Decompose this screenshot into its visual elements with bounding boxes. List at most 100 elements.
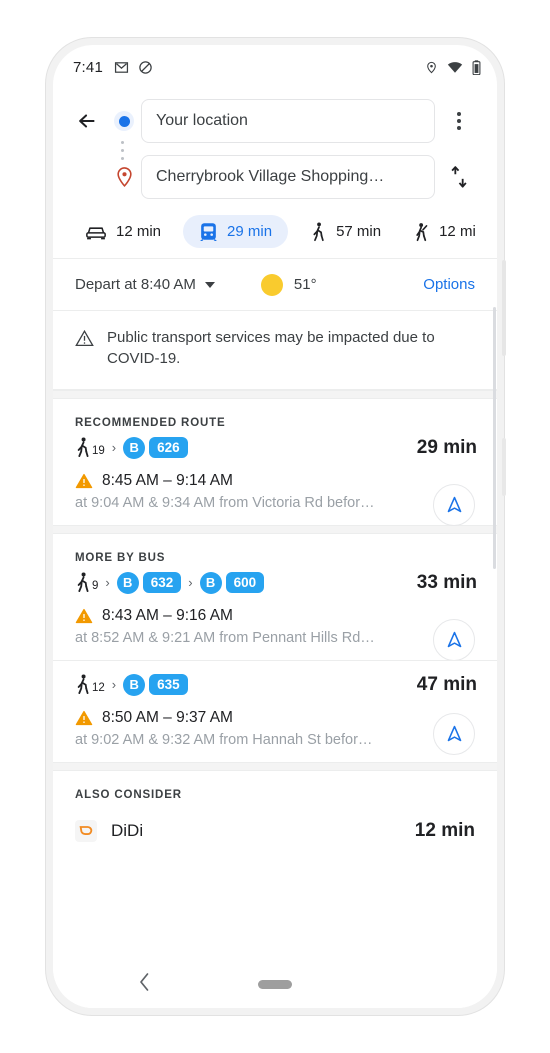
bus-route-number: 635 [149,674,188,696]
travel-mode-driving[interactable]: 12 min [75,216,171,248]
origin-marker-wrap [107,111,141,131]
bus-route-number: 600 [225,572,265,594]
route-time-row: 8:50 AM – 9:37 AM [75,709,399,727]
recommended-route-section: RECOMMENDED ROUTE 19 › B 626 29 min 8:45… [53,399,497,526]
bus-leg: B 626 [123,436,188,459]
wifi-icon [447,61,463,73]
destination-input[interactable]: Cherrybrook Village Shopping… [141,155,435,199]
route-summary: 19 › B 626 29 min [75,436,477,459]
also-consider-section: ALSO CONSIDER DiDi 12 min [53,771,497,850]
start-navigation-button[interactable] [433,618,475,661]
rideshare-provider-duration: 12 min [414,819,475,841]
android-navigation-bar [53,960,497,1008]
car-icon [86,226,106,239]
depart-time-selector[interactable]: Depart at 8:40 AM [75,276,215,293]
blue-dot-icon [114,111,134,131]
bus-route-number: 626 [149,437,188,459]
route-time-range: 8:45 AM – 9:14 AM [102,471,233,489]
swap-endpoints-button[interactable] [435,165,483,189]
walk-leg: 12 [75,674,105,695]
route-duration: 29 min [416,436,477,458]
travel-mode-transit[interactable]: 29 min [183,215,289,248]
walk-icon [313,221,324,241]
walk-leg: 19 [75,437,105,458]
depart-time-label: Depart at 8:40 AM [75,276,196,293]
travel-mode-rideshare-label: 12 mi [439,223,476,240]
navigation-arrow-icon [447,725,461,742]
navigation-arrow-icon [447,631,461,648]
route-legs: 19 › B 626 [75,436,407,459]
route-summary: 12 › B 635 47 min [75,673,477,696]
alert-triangle-icon [75,473,93,488]
route-time-row: 8:45 AM – 9:14 AM [75,472,399,490]
route-row[interactable]: 12 › B 635 47 min 8:50 AM – 9:37 AM at 9… [53,659,497,762]
destination-row: Cherrybrook Village Shopping… [53,149,497,205]
travel-mode-rideshare[interactable]: 12 mi [403,215,486,249]
spacer-left [67,157,107,197]
section-divider [53,524,497,534]
status-bar: 7:41 [53,45,497,89]
leg-separator-icon: › [111,440,117,456]
route-next-departures: at 9:02 AM & 9:32 AM from Hannah St befo… [75,731,373,748]
back-button[interactable] [67,101,107,141]
origin-input[interactable]: Your location [141,99,435,143]
directions-endpoints-card: Your location Cherrybrook Village Shoppi… [53,89,497,205]
destination-pin-icon [116,167,132,188]
gmail-icon [114,61,129,73]
status-bar-clock: 7:41 [73,58,103,76]
rideshare-provider-name: DiDi [111,820,144,840]
status-bar-notification-icons [114,60,153,75]
didi-glyph [79,825,93,835]
volume-button[interactable] [502,260,506,356]
nav-back-button[interactable] [138,972,151,997]
walk-duration: 19 [92,445,105,458]
section-heading-more-by-bus: MORE BY BUS [75,551,166,564]
route-details: 8:45 AM – 9:14 AM at 9:04 AM & 9:34 AM f… [75,472,477,511]
section-divider [53,761,497,771]
travel-mode-walking[interactable]: 57 min [300,215,391,249]
leg-separator-icon: › [105,575,110,591]
overflow-menu-button[interactable] [435,112,483,130]
home-pill-indicator[interactable] [258,979,292,989]
rideshare-icon [416,222,428,241]
route-duration: 33 min [416,571,477,593]
alert-triangle-icon [75,608,93,623]
route-next-departures: at 9:04 AM & 9:34 AM from Victoria Rd be… [75,494,375,511]
alert-triangle-icon [75,710,93,725]
route-row[interactable]: 19 › B 626 29 min 8:45 AM – 9:14 AM at 9… [53,432,497,526]
route-duration: 47 min [416,673,477,695]
navigation-arrow-icon [447,496,461,513]
options-button[interactable]: Options [423,276,475,293]
temperature-label: 51° [293,276,317,293]
rideshare-provider-row[interactable]: DiDi 12 min [53,804,497,850]
destination-marker-wrap [107,166,141,188]
battery-icon [472,59,481,75]
route-legs: 12 › B 635 [75,673,407,696]
nav-back-icon [140,972,149,991]
travel-mode-walking-label: 57 min [336,223,382,240]
start-navigation-button[interactable] [433,483,475,526]
bus-badge-icon: B [123,673,146,696]
do-not-disturb-icon [139,60,152,74]
back-arrow-icon [79,114,95,128]
location-pin-icon [427,61,436,73]
route-row[interactable]: 9 › B 632 › B 600 33 min 8:43 AM – 9:16 … [53,567,497,661]
leg-separator-icon: › [111,677,117,693]
start-navigation-button[interactable] [433,712,475,755]
leg-separator-icon: › [188,575,193,591]
travel-mode-tabs: 12 min 29 min 57 min 12 mi [53,205,497,259]
route-legs: 9 › B 632 › B 600 [75,571,407,594]
power-button[interactable] [502,438,506,496]
bus-badge-icon: B [199,571,222,594]
bus-badge-icon: B [123,436,146,459]
route-details: 8:50 AM – 9:37 AM at 9:02 AM & 9:32 AM f… [75,709,477,748]
chevron-down-icon [204,281,215,288]
route-details: 8:43 AM – 9:16 AM at 8:52 AM & 9:21 AM f… [75,607,477,646]
vertical-scrollbar[interactable] [493,307,496,569]
weather-widget: 51° [260,273,317,296]
section-heading-also-consider: ALSO CONSIDER [75,788,182,801]
didi-icon [75,819,97,842]
route-next-departures: at 8:52 AM & 9:21 AM from Pennant Hills … [75,629,375,646]
route-time-row: 8:43 AM – 9:16 AM [75,607,399,625]
more-by-bus-section: MORE BY BUS 9 › B 632 › B 600 33 min 8:4… [53,534,497,762]
